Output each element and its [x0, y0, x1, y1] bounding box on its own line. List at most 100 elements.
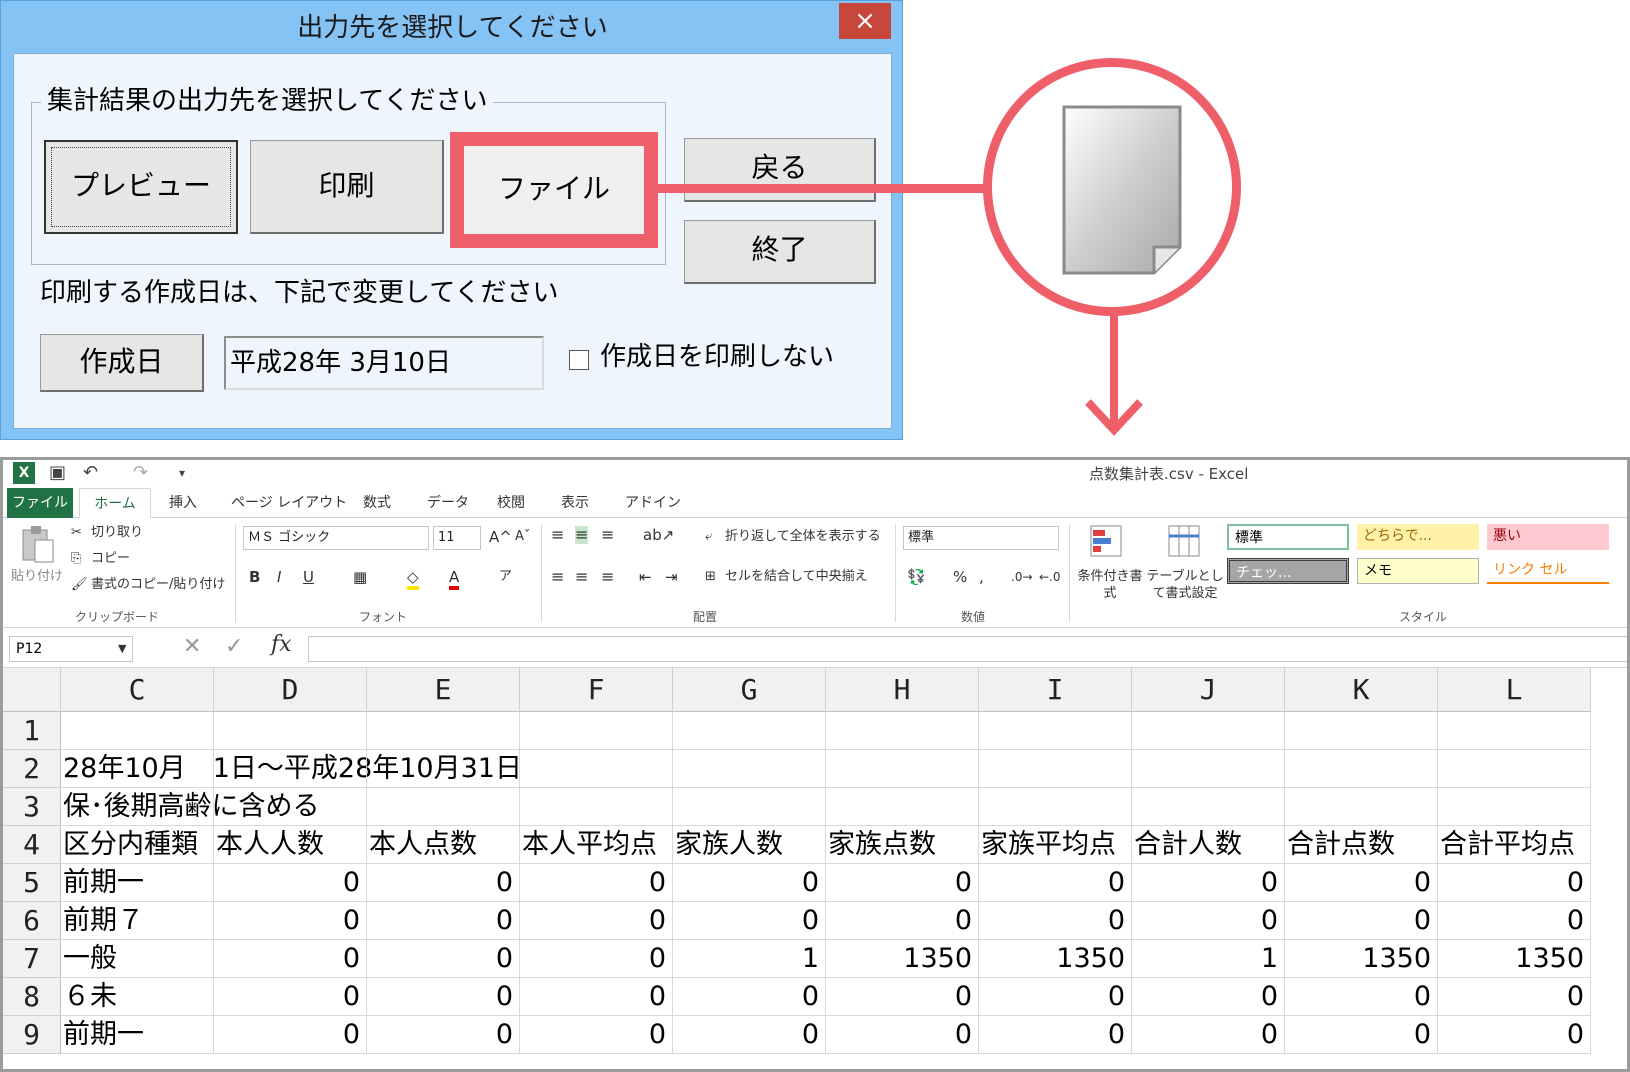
wrap-text-button[interactable]: 折り返して全体を表示する — [725, 528, 881, 546]
copy-button[interactable]: コピー — [91, 550, 130, 568]
table-cell[interactable]: 0 — [826, 1016, 979, 1054]
bold-icon[interactable]: B — [249, 568, 260, 586]
paste-button[interactable]: 貼り付け — [11, 568, 63, 586]
table-cell[interactable]: 0 — [673, 1016, 826, 1054]
preview-button[interactable]: プレビュー — [44, 140, 238, 234]
table-cell[interactable] — [1132, 788, 1285, 826]
table-cell[interactable]: 0 — [214, 940, 367, 978]
table-cell[interactable]: 前期７ — [61, 902, 214, 940]
merge-center-icon[interactable]: ⊞ — [705, 568, 716, 586]
table-cell[interactable] — [214, 750, 367, 788]
increase-indent-icon[interactable]: ⇥ — [665, 568, 678, 586]
percent-icon[interactable]: % — [953, 568, 967, 586]
table-cell[interactable]: 1350 — [1438, 940, 1591, 978]
table-cell[interactable] — [1132, 712, 1285, 750]
column-header[interactable]: K — [1285, 668, 1438, 712]
style-check-cell[interactable]: チェッ... — [1227, 558, 1349, 584]
tab-page-layout[interactable]: ページ レイアウト — [231, 488, 347, 518]
row-header[interactable]: 2 — [3, 750, 61, 788]
table-cell[interactable]: 1 — [1132, 940, 1285, 978]
increase-decimal-icon[interactable]: .0→ — [1011, 568, 1033, 586]
tab-insert[interactable]: 挿入 — [169, 488, 197, 518]
table-cell[interactable]: 0 — [1438, 902, 1591, 940]
table-cell[interactable]: 0 — [1132, 1016, 1285, 1054]
table-cell[interactable]: 0 — [214, 902, 367, 940]
tab-home[interactable]: ホーム — [79, 488, 151, 519]
table-cell[interactable]: 前期一 — [61, 864, 214, 902]
style-normal[interactable]: 標準 — [1227, 524, 1349, 550]
table-cell[interactable]: 本人人数 — [214, 826, 367, 864]
table-cell[interactable] — [826, 712, 979, 750]
column-header[interactable]: J — [1132, 668, 1285, 712]
table-cell[interactable]: 0 — [979, 1016, 1132, 1054]
column-header[interactable]: I — [979, 668, 1132, 712]
row-header[interactable]: 6 — [3, 902, 61, 940]
tab-data[interactable]: データ — [427, 488, 469, 518]
italic-icon[interactable]: I — [277, 568, 281, 586]
table-cell[interactable]: 合計人数 — [1132, 826, 1285, 864]
table-cell[interactable] — [1438, 712, 1591, 750]
table-cell[interactable]: 0 — [1285, 864, 1438, 902]
save-icon[interactable]: ▣ — [49, 462, 66, 484]
table-cell[interactable]: 0 — [826, 978, 979, 1016]
grow-font-icon[interactable]: A^ — [489, 528, 512, 546]
column-header[interactable]: D — [214, 668, 367, 712]
table-cell[interactable] — [1285, 788, 1438, 826]
close-button[interactable]: × — [839, 3, 891, 39]
table-cell[interactable]: 0 — [367, 864, 520, 902]
tab-addins[interactable]: アドイン — [625, 488, 681, 518]
comma-icon[interactable]: , — [979, 568, 984, 586]
orientation-icon[interactable]: ab↗ — [643, 526, 674, 544]
table-cell[interactable] — [979, 788, 1132, 826]
undo-icon[interactable]: ↶ — [83, 462, 98, 484]
table-cell[interactable]: 0 — [1438, 864, 1591, 902]
table-cell[interactable]: 0 — [520, 902, 673, 940]
row-header[interactable]: 8 — [3, 978, 61, 1016]
table-cell[interactable]: 0 — [826, 864, 979, 902]
table-cell[interactable] — [1438, 788, 1591, 826]
row-header[interactable]: 1 — [3, 712, 61, 750]
fill-color-icon[interactable]: ◇ — [407, 568, 419, 590]
table-cell[interactable] — [520, 712, 673, 750]
table-cell[interactable]: 0 — [1285, 902, 1438, 940]
table-cell[interactable]: 0 — [979, 978, 1132, 1016]
redo-icon[interactable]: ↷ — [133, 462, 148, 484]
align-middle-icon[interactable]: ≡ — [575, 526, 589, 544]
table-cell[interactable]: 0 — [214, 1016, 367, 1054]
table-cell[interactable]: 1350 — [1285, 940, 1438, 978]
exit-button[interactable]: 終了 — [684, 220, 876, 284]
table-cell[interactable]: 家族点数 — [826, 826, 979, 864]
conditional-formatting-button[interactable]: 条件付き書式 — [1073, 568, 1147, 602]
style-note[interactable]: メモ — [1357, 558, 1479, 584]
table-cell[interactable] — [61, 712, 214, 750]
tab-formulas[interactable]: 数式 — [363, 488, 391, 518]
table-cell[interactable]: 1350 — [826, 940, 979, 978]
decrease-indent-icon[interactable]: ⇤ — [639, 568, 652, 586]
table-cell[interactable]: ６未 — [61, 978, 214, 1016]
wrap-text-icon[interactable]: ⤶ — [705, 528, 712, 546]
underline-icon[interactable]: U — [303, 568, 314, 586]
format-painter-icon[interactable]: 🖌 — [71, 576, 88, 594]
table-cell[interactable] — [367, 712, 520, 750]
column-header[interactable]: C — [61, 668, 214, 712]
name-box-dropdown-icon[interactable]: ▼ — [118, 640, 126, 658]
merge-center-button[interactable]: セルを結合して中央揃え — [725, 568, 868, 586]
table-cell[interactable]: 家族人数 — [673, 826, 826, 864]
table-cell[interactable]: 0 — [1285, 978, 1438, 1016]
table-cell[interactable]: 本人平均点 — [520, 826, 673, 864]
table-cell[interactable]: 0 — [1438, 978, 1591, 1016]
table-cell[interactable] — [1438, 750, 1591, 788]
table-cell[interactable]: 0 — [367, 1016, 520, 1054]
insert-function-icon[interactable]: fx — [271, 634, 292, 656]
column-header[interactable]: G — [673, 668, 826, 712]
table-cell[interactable] — [1285, 712, 1438, 750]
column-header[interactable]: L — [1438, 668, 1591, 712]
table-cell[interactable]: 0 — [1132, 902, 1285, 940]
table-cell[interactable]: 0 — [1285, 1016, 1438, 1054]
table-cell[interactable] — [1132, 750, 1285, 788]
column-header[interactable]: E — [367, 668, 520, 712]
align-right-icon[interactable]: ≡ — [601, 568, 614, 586]
font-name-select[interactable]: ＭＳ ゴシック — [243, 526, 429, 550]
table-cell[interactable] — [520, 750, 673, 788]
borders-icon[interactable]: ▦ — [353, 568, 367, 586]
